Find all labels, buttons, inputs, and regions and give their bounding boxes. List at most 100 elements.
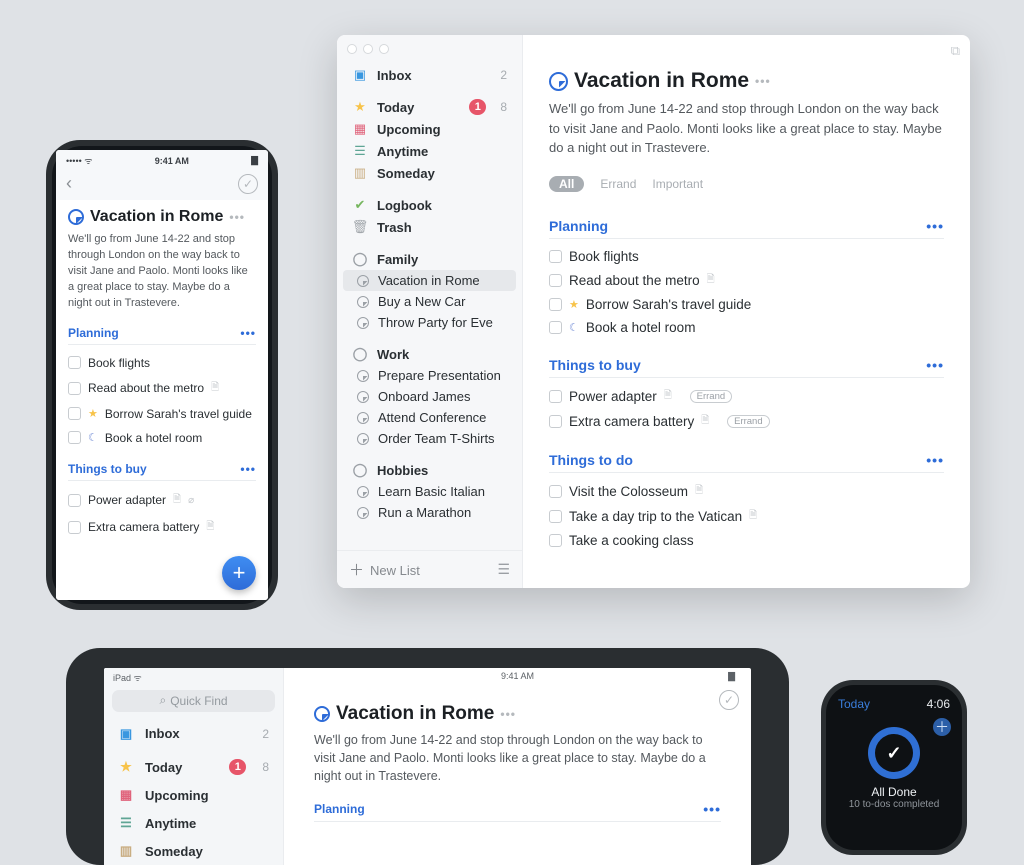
project-notes[interactable]: We'll go from June 14-22 and stop throug…	[314, 731, 721, 785]
watch-header: Today 4:06	[838, 697, 950, 711]
section-header[interactable]: Planning •••	[549, 218, 944, 239]
sidebar-project-car[interactable]: Buy a New Car	[343, 291, 516, 312]
section-header[interactable]: Planning •••	[314, 801, 721, 822]
sidebar-project[interactable]: Learn Basic Italian	[343, 481, 516, 502]
checkbox[interactable]	[68, 407, 81, 420]
new-list-button[interactable]: ＋New List	[349, 559, 420, 580]
sidebar-item-anytime[interactable]: ☰Anytime	[343, 140, 516, 162]
todo-item[interactable]: ☾Book a hotel room	[549, 316, 944, 339]
checkbox[interactable]	[68, 382, 81, 395]
mark-complete-button[interactable]: ✓	[719, 690, 739, 710]
sidebar-item-someday[interactable]: ▥Someday	[104, 837, 283, 865]
checkbox[interactable]	[68, 494, 81, 507]
sidebar-item-logbook[interactable]: ✔Logbook	[343, 194, 516, 216]
sidebar-project[interactable]: Order Team T-Shirts	[343, 428, 516, 449]
tag-chip[interactable]: Errand	[690, 390, 733, 403]
todo-item[interactable]: Power adapter🗎 Errand	[549, 384, 944, 409]
sidebar-item-anytime[interactable]: ☰Anytime	[104, 809, 283, 837]
project-notes[interactable]: We'll go from June 14-22 and stop throug…	[549, 99, 944, 158]
window-controls[interactable]	[337, 35, 522, 64]
sidebar-item-inbox[interactable]: ▣Inbox2	[104, 720, 283, 748]
settings-button[interactable]: ☰	[497, 561, 510, 578]
sidebar-project[interactable]: Attend Conference	[343, 407, 516, 428]
sidebar-project[interactable]: Run a Marathon	[343, 502, 516, 523]
todo-item[interactable]: Extra camera battery🗎	[68, 514, 256, 541]
todo-item[interactable]: Read about the metro🗎	[68, 375, 256, 402]
tag-important[interactable]: Important	[652, 177, 703, 191]
checkbox[interactable]	[549, 390, 562, 403]
checkbox[interactable]	[549, 321, 562, 334]
section-header[interactable]: Things to do •••	[549, 452, 944, 473]
section-header[interactable]: Things to buy •••	[68, 462, 256, 481]
tag-all[interactable]: All	[549, 176, 584, 192]
add-todo-button[interactable]: +	[222, 556, 256, 590]
section-header[interactable]: Planning •••	[68, 326, 256, 345]
checkbox[interactable]	[549, 415, 562, 428]
mark-complete-button[interactable]: ✓	[238, 174, 258, 194]
tag-errand[interactable]: Errand	[600, 177, 636, 191]
checkbox[interactable]	[549, 298, 562, 311]
todo-item[interactable]: ☾Book a hotel room	[68, 426, 256, 450]
quick-find-input[interactable]: ⌕Quick Find	[112, 690, 275, 712]
todo-text: Power adapter	[569, 389, 657, 404]
section-more-button[interactable]: •••	[926, 452, 944, 468]
todo-item[interactable]: ★Borrow Sarah's travel guide	[68, 402, 256, 426]
todo-item[interactable]: Book flights	[549, 245, 944, 268]
section-title: Things to buy	[68, 462, 147, 476]
checkbox[interactable]	[549, 510, 562, 523]
project-icon	[357, 412, 369, 424]
todo-item[interactable]: Take a cooking class	[549, 529, 944, 552]
section-more-button[interactable]: •••	[926, 357, 944, 373]
checkbox[interactable]	[68, 431, 81, 444]
section-more-button[interactable]: •••	[926, 218, 944, 234]
project-more-button[interactable]: •••	[755, 74, 771, 88]
sidebar-project-vacation[interactable]: Vacation in Rome	[343, 270, 516, 291]
checkbox[interactable]	[549, 534, 562, 547]
stack-icon: ☰	[118, 815, 134, 831]
section-header[interactable]: Things to buy •••	[549, 357, 944, 378]
sidebar-area-work[interactable]: ◯Work	[343, 343, 516, 365]
box-icon: ▥	[118, 843, 134, 859]
section-more-button[interactable]: •••	[703, 801, 721, 817]
todo-item[interactable]: Take a day trip to the Vatican🗎	[549, 504, 944, 529]
checkbox[interactable]	[68, 521, 81, 534]
checkbox[interactable]	[68, 356, 81, 369]
tag-chip[interactable]: Errand	[727, 415, 770, 428]
todo-item[interactable]: Book flights	[68, 351, 256, 375]
sidebar-item-someday[interactable]: ▥Someday	[343, 162, 516, 184]
status-bar-center: 9:41 AM ▇	[298, 668, 737, 683]
sidebar-item-upcoming[interactable]: ▦Upcoming	[104, 781, 283, 809]
sidebar-project[interactable]: Onboard James	[343, 386, 516, 407]
project-more-button[interactable]: •••	[229, 210, 245, 224]
section-more-button[interactable]: •••	[240, 326, 256, 340]
checkbox[interactable]	[549, 250, 562, 263]
todo-item[interactable]: Power adapter🗎⌀	[68, 487, 256, 514]
sidebar-item-today[interactable]: ★Today18	[343, 96, 516, 118]
project-more-button[interactable]: •••	[500, 707, 516, 721]
sidebar-area-hobbies[interactable]: ◯Hobbies	[343, 459, 516, 481]
sidebar-area-family[interactable]: ◯Family	[343, 248, 516, 270]
add-button[interactable]: ＋	[933, 718, 951, 736]
section-more-button[interactable]: •••	[240, 462, 256, 476]
project-header: Vacation in Rome •••	[68, 208, 256, 226]
status-battery: ▇	[251, 155, 258, 166]
checkbox[interactable]	[549, 485, 562, 498]
project-notes[interactable]: We'll go from June 14-22 and stop throug…	[68, 232, 256, 312]
sidebar-item-today[interactable]: ★Today18	[104, 753, 283, 781]
sidebar-item-upcoming[interactable]: ▦Upcoming	[343, 118, 516, 140]
sidebar-item-inbox[interactable]: ▣Inbox2	[343, 64, 516, 86]
checkbox[interactable]	[549, 274, 562, 287]
share-button[interactable]: ⧉	[951, 43, 960, 59]
sidebar-project[interactable]: Prepare Presentation	[343, 365, 516, 386]
sidebar-project-party[interactable]: Throw Party for Eve	[343, 312, 516, 333]
sidebar-item-trash[interactable]: 🗑Trash	[343, 216, 516, 238]
calendar-icon: ▦	[352, 121, 368, 137]
watch-title-today[interactable]: Today	[838, 697, 870, 711]
todo-item[interactable]: Visit the Colosseum🗎	[549, 479, 944, 504]
iphone-bezel: ••••• ᯤ 9:41 AM ▇ ‹ ✓ Vacation in Rome •…	[52, 146, 272, 604]
todo-item[interactable]: Extra camera battery🗎 Errand	[549, 409, 944, 434]
todo-item[interactable]: Read about the metro🗎	[549, 268, 944, 293]
sidebar-count: 2	[500, 68, 507, 82]
todo-item[interactable]: ★Borrow Sarah's travel guide	[549, 293, 944, 316]
back-button[interactable]: ‹	[66, 173, 72, 194]
